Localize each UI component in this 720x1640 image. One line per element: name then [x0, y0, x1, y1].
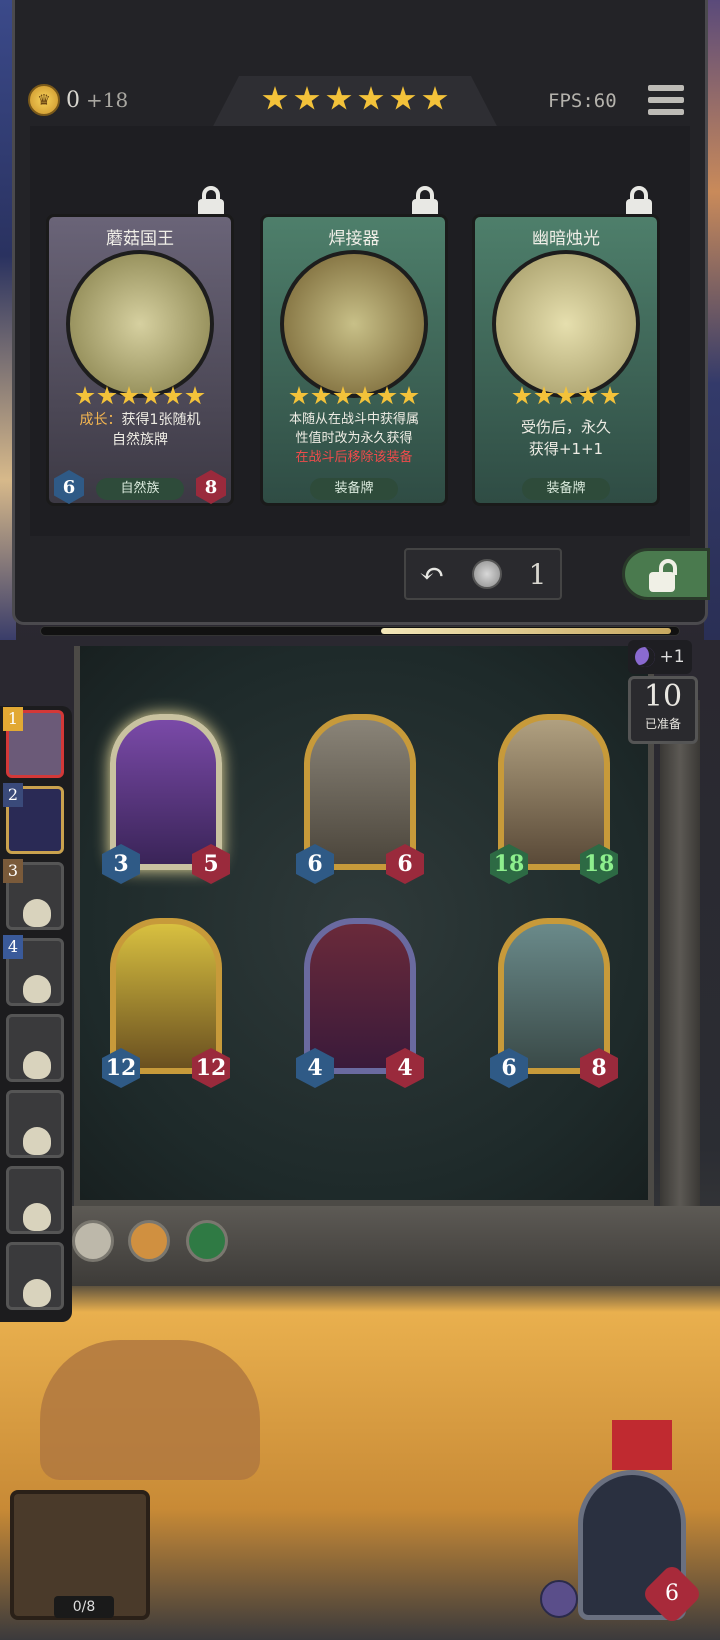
ready-count: 10 [643, 679, 683, 714]
roster-player[interactable]: 3 [3, 859, 64, 930]
minion-portrait [110, 918, 222, 1074]
card-description: 受伤后，永久 获得+1+1 [486, 416, 646, 460]
skull-icon [23, 1051, 51, 1079]
lock-shop-button[interactable] [622, 548, 710, 600]
ready-counter: 10 已准备 [628, 676, 698, 744]
menu-bar [648, 97, 684, 103]
roster-player[interactable]: 1 [3, 707, 64, 778]
tavern-tier-stars [262, 86, 448, 112]
unlock-icon [647, 559, 677, 593]
desc-line: 自然族牌 [112, 432, 168, 448]
tray-slot-icon [128, 1220, 170, 1262]
deck-box[interactable]: 0/8 [10, 1490, 150, 1620]
menu-bar [648, 85, 684, 91]
menu-button[interactable] [648, 82, 684, 118]
desc-line: 性值时改为永久获得 [295, 431, 413, 446]
gold-display: ♛ 0 +18 [28, 84, 128, 116]
board-minion[interactable]: 4 4 [296, 918, 424, 1088]
menu-bar [648, 109, 684, 115]
refresh-bar: ↶ 1 [404, 548, 562, 600]
board-minion[interactable]: 6 8 [490, 918, 618, 1088]
rank-badge: 2 [3, 783, 23, 807]
shield-icon[interactable] [540, 1580, 578, 1618]
star-icon [358, 86, 384, 110]
rank-badge: 1 [3, 707, 23, 731]
card-description: 成长：获得1张随机 自然族牌 [60, 410, 220, 450]
desc-line: 获得+1+1 [528, 440, 604, 458]
board-minion[interactable]: 12 12 [102, 918, 230, 1088]
shop-card-welder[interactable]: 焊接器 本随从在战斗中获得属 性值时改为永久获得 在战斗后移除该装备 装备牌 [260, 214, 448, 506]
star-icon [422, 86, 448, 110]
silver-coin-icon [471, 559, 502, 589]
turn-timer-bar [40, 626, 680, 636]
roster-player[interactable] [6, 1014, 64, 1082]
skull-icon [23, 1203, 51, 1231]
skull-icon [23, 1279, 51, 1307]
desc-line: 受伤后，永久 [520, 418, 611, 436]
star-icon [294, 86, 320, 110]
card-tag: 装备牌 [310, 478, 398, 500]
board-minion[interactable]: 3 5 [102, 714, 230, 884]
hero-health-value: 6 [665, 1581, 679, 1606]
board-minion[interactable]: 18 18 [490, 714, 618, 884]
card-stars [46, 386, 234, 406]
player-roster: 1 2 3 4 [0, 706, 72, 1322]
board-minion[interactable]: 6 6 [296, 714, 424, 884]
card-name: 焊接器 [328, 229, 380, 249]
gold-amount: 0 [66, 87, 80, 113]
game-screen: ♛ 0 +18 FPS:60 蘑菇国王 成长：获得1张随机 自然族牌 自然族 6 [0, 0, 720, 1640]
card-description: 本随从在战斗中获得属 性值时改为永久获得 在战斗后移除该装备 [274, 410, 434, 467]
refresh-cost: 1 [528, 557, 547, 591]
roster-player[interactable]: 4 [3, 935, 64, 1006]
deck-count: 0/8 [54, 1596, 114, 1618]
skull-icon [23, 1127, 51, 1155]
desc-line: 本随从在战斗中获得属 [288, 412, 419, 427]
shop-card-dark-candlelight[interactable]: 幽暗烛光 受伤后，永久 获得+1+1 装备牌 [472, 214, 660, 506]
desc-warning: 在战斗后移除该装备 [295, 450, 413, 465]
ready-label: 已准备 [644, 717, 681, 731]
card-art [66, 250, 214, 398]
card-name: 幽暗烛光 [532, 229, 600, 249]
minion-portrait [110, 714, 222, 870]
gold-bonus: +18 [86, 88, 129, 112]
desc-keyword: 成长： [79, 412, 122, 428]
moon-bonus: +1 [628, 640, 692, 674]
card-tag: 装备牌 [522, 478, 610, 500]
card-art [280, 250, 428, 398]
card-stars [260, 386, 448, 406]
moon-icon [635, 647, 656, 667]
rocking-horse-decoration [40, 1340, 260, 1480]
roster-player[interactable] [6, 1166, 64, 1234]
card-tag: 自然族 [96, 478, 184, 500]
minion-portrait [498, 714, 610, 870]
toy-blocks-decoration [612, 1420, 672, 1470]
fps-counter: FPS:60 [548, 90, 617, 112]
minion-portrait [304, 918, 416, 1074]
star-icon [390, 86, 416, 110]
tray-slot-icon [186, 1220, 228, 1262]
shop-card-mushroom-king[interactable]: 蘑菇国王 成长：获得1张随机 自然族牌 自然族 6 8 [46, 214, 234, 506]
turn-timer-fill [381, 628, 671, 634]
star-icon [326, 86, 352, 110]
rank-badge: 4 [3, 935, 23, 959]
roster-player[interactable] [6, 1242, 64, 1310]
star-icon [262, 86, 288, 110]
card-stars [472, 386, 660, 406]
minion-portrait [304, 714, 416, 870]
skull-icon [23, 975, 51, 1003]
skull-icon [23, 899, 51, 927]
board-pillar [660, 700, 700, 1240]
rank-badge: 3 [3, 859, 23, 883]
crown-coin-icon: ♛ [28, 84, 60, 116]
card-name: 蘑菇国王 [106, 229, 174, 249]
roster-player[interactable]: 2 [3, 783, 64, 854]
moon-bonus-value: +1 [659, 647, 685, 667]
refresh-button[interactable]: ↶ [420, 557, 445, 592]
minion-portrait [498, 918, 610, 1074]
desc-line: 获得1张随机 [121, 412, 201, 428]
roster-player[interactable] [6, 1090, 64, 1158]
tray-slot-icon [72, 1220, 114, 1262]
card-art [492, 250, 640, 398]
